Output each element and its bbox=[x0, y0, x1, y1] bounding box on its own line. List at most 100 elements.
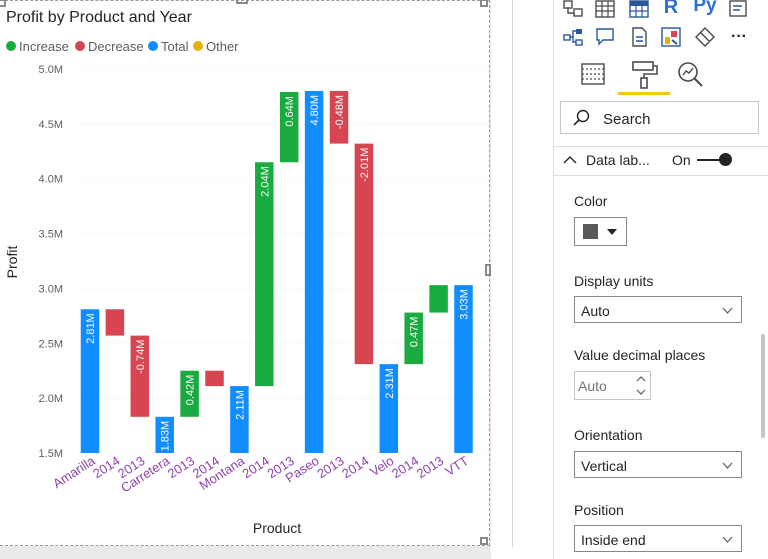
waterfall-bar-decrease bbox=[205, 370, 224, 387]
canvas-gap bbox=[491, 0, 553, 559]
y-tick-label: 2.0M bbox=[39, 393, 63, 405]
y-tick-label: 4.0M bbox=[39, 174, 63, 186]
data-label: 0.42M bbox=[185, 375, 197, 406]
chevron-down-icon bbox=[722, 307, 733, 314]
data-label: -0.48M bbox=[334, 95, 346, 129]
data-label: -0.74M bbox=[135, 340, 147, 374]
color-swatch bbox=[583, 224, 598, 239]
spinner-down-icon[interactable] bbox=[636, 389, 646, 395]
data-label: -2.01M bbox=[359, 148, 371, 182]
y-tick-label: 3.0M bbox=[39, 283, 63, 295]
x-axis-title: Product bbox=[253, 520, 301, 536]
resize-handle-top-mid[interactable] bbox=[236, 0, 248, 4]
y-tick-label: 4.5M bbox=[39, 119, 63, 131]
r-visual-icon[interactable]: R bbox=[660, 0, 682, 18]
power-automate-icon[interactable] bbox=[694, 26, 716, 48]
chart-title: Profit by Product and Year bbox=[6, 9, 193, 26]
chart-bars bbox=[80, 90, 473, 453]
more-visuals-icon[interactable]: ··· bbox=[728, 26, 750, 48]
legend-label-increase: Increase bbox=[19, 39, 69, 54]
orientation-label: Orientation bbox=[574, 427, 643, 443]
legend-marker-decrease bbox=[75, 41, 85, 51]
decimal-places-spinner[interactable] bbox=[574, 371, 651, 400]
paginated-report-icon[interactable] bbox=[628, 26, 650, 48]
waterfall-bar-increase bbox=[429, 285, 448, 313]
x-axis: Amarilla20142013Carretera20132014Montana… bbox=[50, 453, 471, 496]
qna-visual-icon[interactable] bbox=[594, 26, 616, 48]
fields-tab[interactable] bbox=[580, 62, 606, 88]
display-units-label: Display units bbox=[574, 273, 654, 289]
paint-roller-icon bbox=[632, 61, 658, 89]
legend-marker-other bbox=[193, 41, 203, 51]
x-tick-label: 2013 bbox=[414, 453, 446, 481]
legend-marker-total bbox=[148, 41, 158, 51]
y-tick-label: 1.5M bbox=[39, 448, 63, 460]
table-visual-icon[interactable] bbox=[594, 0, 616, 20]
pane-scrollbar[interactable] bbox=[761, 334, 765, 438]
smart-narrative-icon[interactable] bbox=[728, 0, 750, 20]
y-axis-title: Profit bbox=[4, 246, 20, 279]
resize-handle-top-right[interactable] bbox=[480, 0, 488, 7]
chevron-down-icon bbox=[722, 462, 733, 469]
search-icon bbox=[573, 109, 590, 126]
decimal-places-input[interactable] bbox=[576, 375, 636, 397]
format-tab[interactable] bbox=[618, 60, 670, 96]
chart-svg: Profit by Product and Year Increase Decre… bbox=[4, 9, 485, 536]
orientation-dropdown[interactable]: Vertical bbox=[574, 451, 742, 478]
legend-label-decrease: Decrease bbox=[88, 39, 144, 54]
data-label: 2.11M bbox=[234, 390, 246, 420]
color-picker[interactable] bbox=[574, 217, 627, 246]
display-units-dropdown[interactable]: Auto bbox=[574, 296, 742, 323]
toggle-knob bbox=[719, 153, 732, 166]
search-placeholder: Search bbox=[603, 111, 651, 128]
position-label: Position bbox=[574, 502, 624, 518]
position-dropdown[interactable]: Inside end bbox=[574, 525, 742, 552]
y-tick-label: 2.5M bbox=[39, 338, 63, 350]
section-title: Data lab... bbox=[586, 152, 650, 168]
decomposition-tree-icon[interactable] bbox=[562, 26, 584, 48]
data-label: 0.47M bbox=[409, 317, 421, 348]
waterfall-chart: Profit by Product and Year Increase Decre… bbox=[0, 1, 489, 552]
y-tick-label: 3.5M bbox=[39, 229, 63, 241]
analytics-tab[interactable] bbox=[676, 60, 706, 90]
data-label: 2.81M bbox=[85, 313, 97, 344]
waterfall-bar-total bbox=[304, 90, 324, 453]
legend-marker-increase bbox=[6, 41, 16, 51]
decimal-places-label: Value decimal places bbox=[574, 347, 706, 363]
pane-divider bbox=[512, 0, 513, 548]
spinner-up-icon[interactable] bbox=[636, 376, 646, 382]
resize-handle-bottom-right[interactable] bbox=[480, 537, 488, 545]
display-units-value: Auto bbox=[581, 303, 610, 319]
more-visuals-glyph: ··· bbox=[731, 28, 747, 45]
data-label: 2.04M bbox=[259, 166, 271, 197]
analytics-magnifier-icon bbox=[678, 62, 703, 87]
python-visual-icon[interactable]: Py bbox=[693, 0, 717, 17]
color-label: Color bbox=[574, 193, 608, 209]
data-label: 2.31M bbox=[384, 368, 396, 399]
matrix-visual-icon[interactable] bbox=[628, 0, 650, 20]
y-tick-label: 5.0M bbox=[39, 64, 63, 76]
python-visual-glyph: Py bbox=[693, 0, 717, 16]
fields-icon bbox=[581, 63, 605, 85]
data-label: 3.03M bbox=[459, 289, 471, 320]
orientation-value: Vertical bbox=[581, 458, 627, 474]
power-apps-icon[interactable] bbox=[660, 26, 682, 48]
data-label: 1.83M bbox=[160, 421, 172, 452]
data-label: 4.80M bbox=[309, 95, 321, 126]
chevron-down-icon bbox=[722, 536, 733, 543]
chart-legend: Increase Decrease Total Other bbox=[6, 39, 239, 54]
legend-label-other: Other bbox=[206, 39, 239, 54]
data-labels-toggle[interactable] bbox=[697, 152, 733, 168]
y-axis: 5.0M 4.5M 4.0M 3.5M 3.0M 2.5M 2.0M 1.5M bbox=[39, 64, 63, 460]
caret-down-icon bbox=[607, 229, 617, 235]
chart-visual[interactable]: Profit by Product and Year Increase Decre… bbox=[0, 0, 491, 546]
waterfall-bar-decrease bbox=[105, 309, 125, 336]
data-labels-section-header[interactable]: Data lab... On bbox=[554, 146, 768, 176]
position-value: Inside end bbox=[581, 532, 646, 548]
toggle-state-label: On bbox=[672, 152, 691, 168]
x-tick-label: VTT bbox=[442, 453, 471, 479]
format-pane: R Py ··· Search Data lab... On Color Dis… bbox=[553, 0, 768, 559]
resize-handle-top-left[interactable] bbox=[0, 0, 6, 7]
key-influencers-icon[interactable] bbox=[562, 0, 584, 20]
pane-search-box[interactable]: Search bbox=[560, 101, 759, 134]
